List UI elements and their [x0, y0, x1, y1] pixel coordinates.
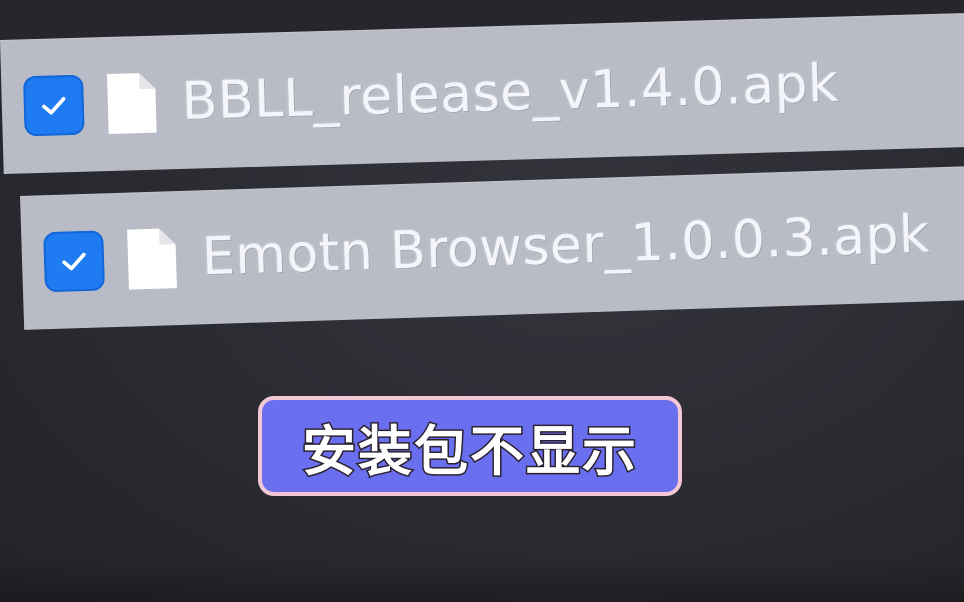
file-row[interactable]: BBLL_release_v1.4.0.apk: [0, 12, 964, 174]
caption-text: 安装包不显示: [301, 418, 638, 484]
checkmark-icon: [42, 97, 66, 115]
file-name: BBLL_release_v1.4.0.apk: [180, 53, 840, 132]
file-list: BBLL_release_v1.4.0.apk Emotn Browser_1.…: [0, 0, 964, 340]
file-icon: [105, 71, 159, 136]
file-name: Emotn Browser_1.0.0.3.apk: [201, 204, 931, 288]
file-row[interactable]: Emotn Browser_1.0.0.3.apk: [20, 165, 964, 330]
file-checkbox[interactable]: [23, 74, 85, 137]
screen: BBLL_release_v1.4.0.apk Emotn Browser_1.…: [0, 0, 964, 602]
file-icon: [125, 226, 179, 292]
checkmark-icon: [62, 252, 86, 271]
file-checkbox[interactable]: [43, 230, 106, 293]
caption-banner: 安装包不显示: [258, 396, 682, 496]
bottom-shade: [0, 560, 964, 602]
